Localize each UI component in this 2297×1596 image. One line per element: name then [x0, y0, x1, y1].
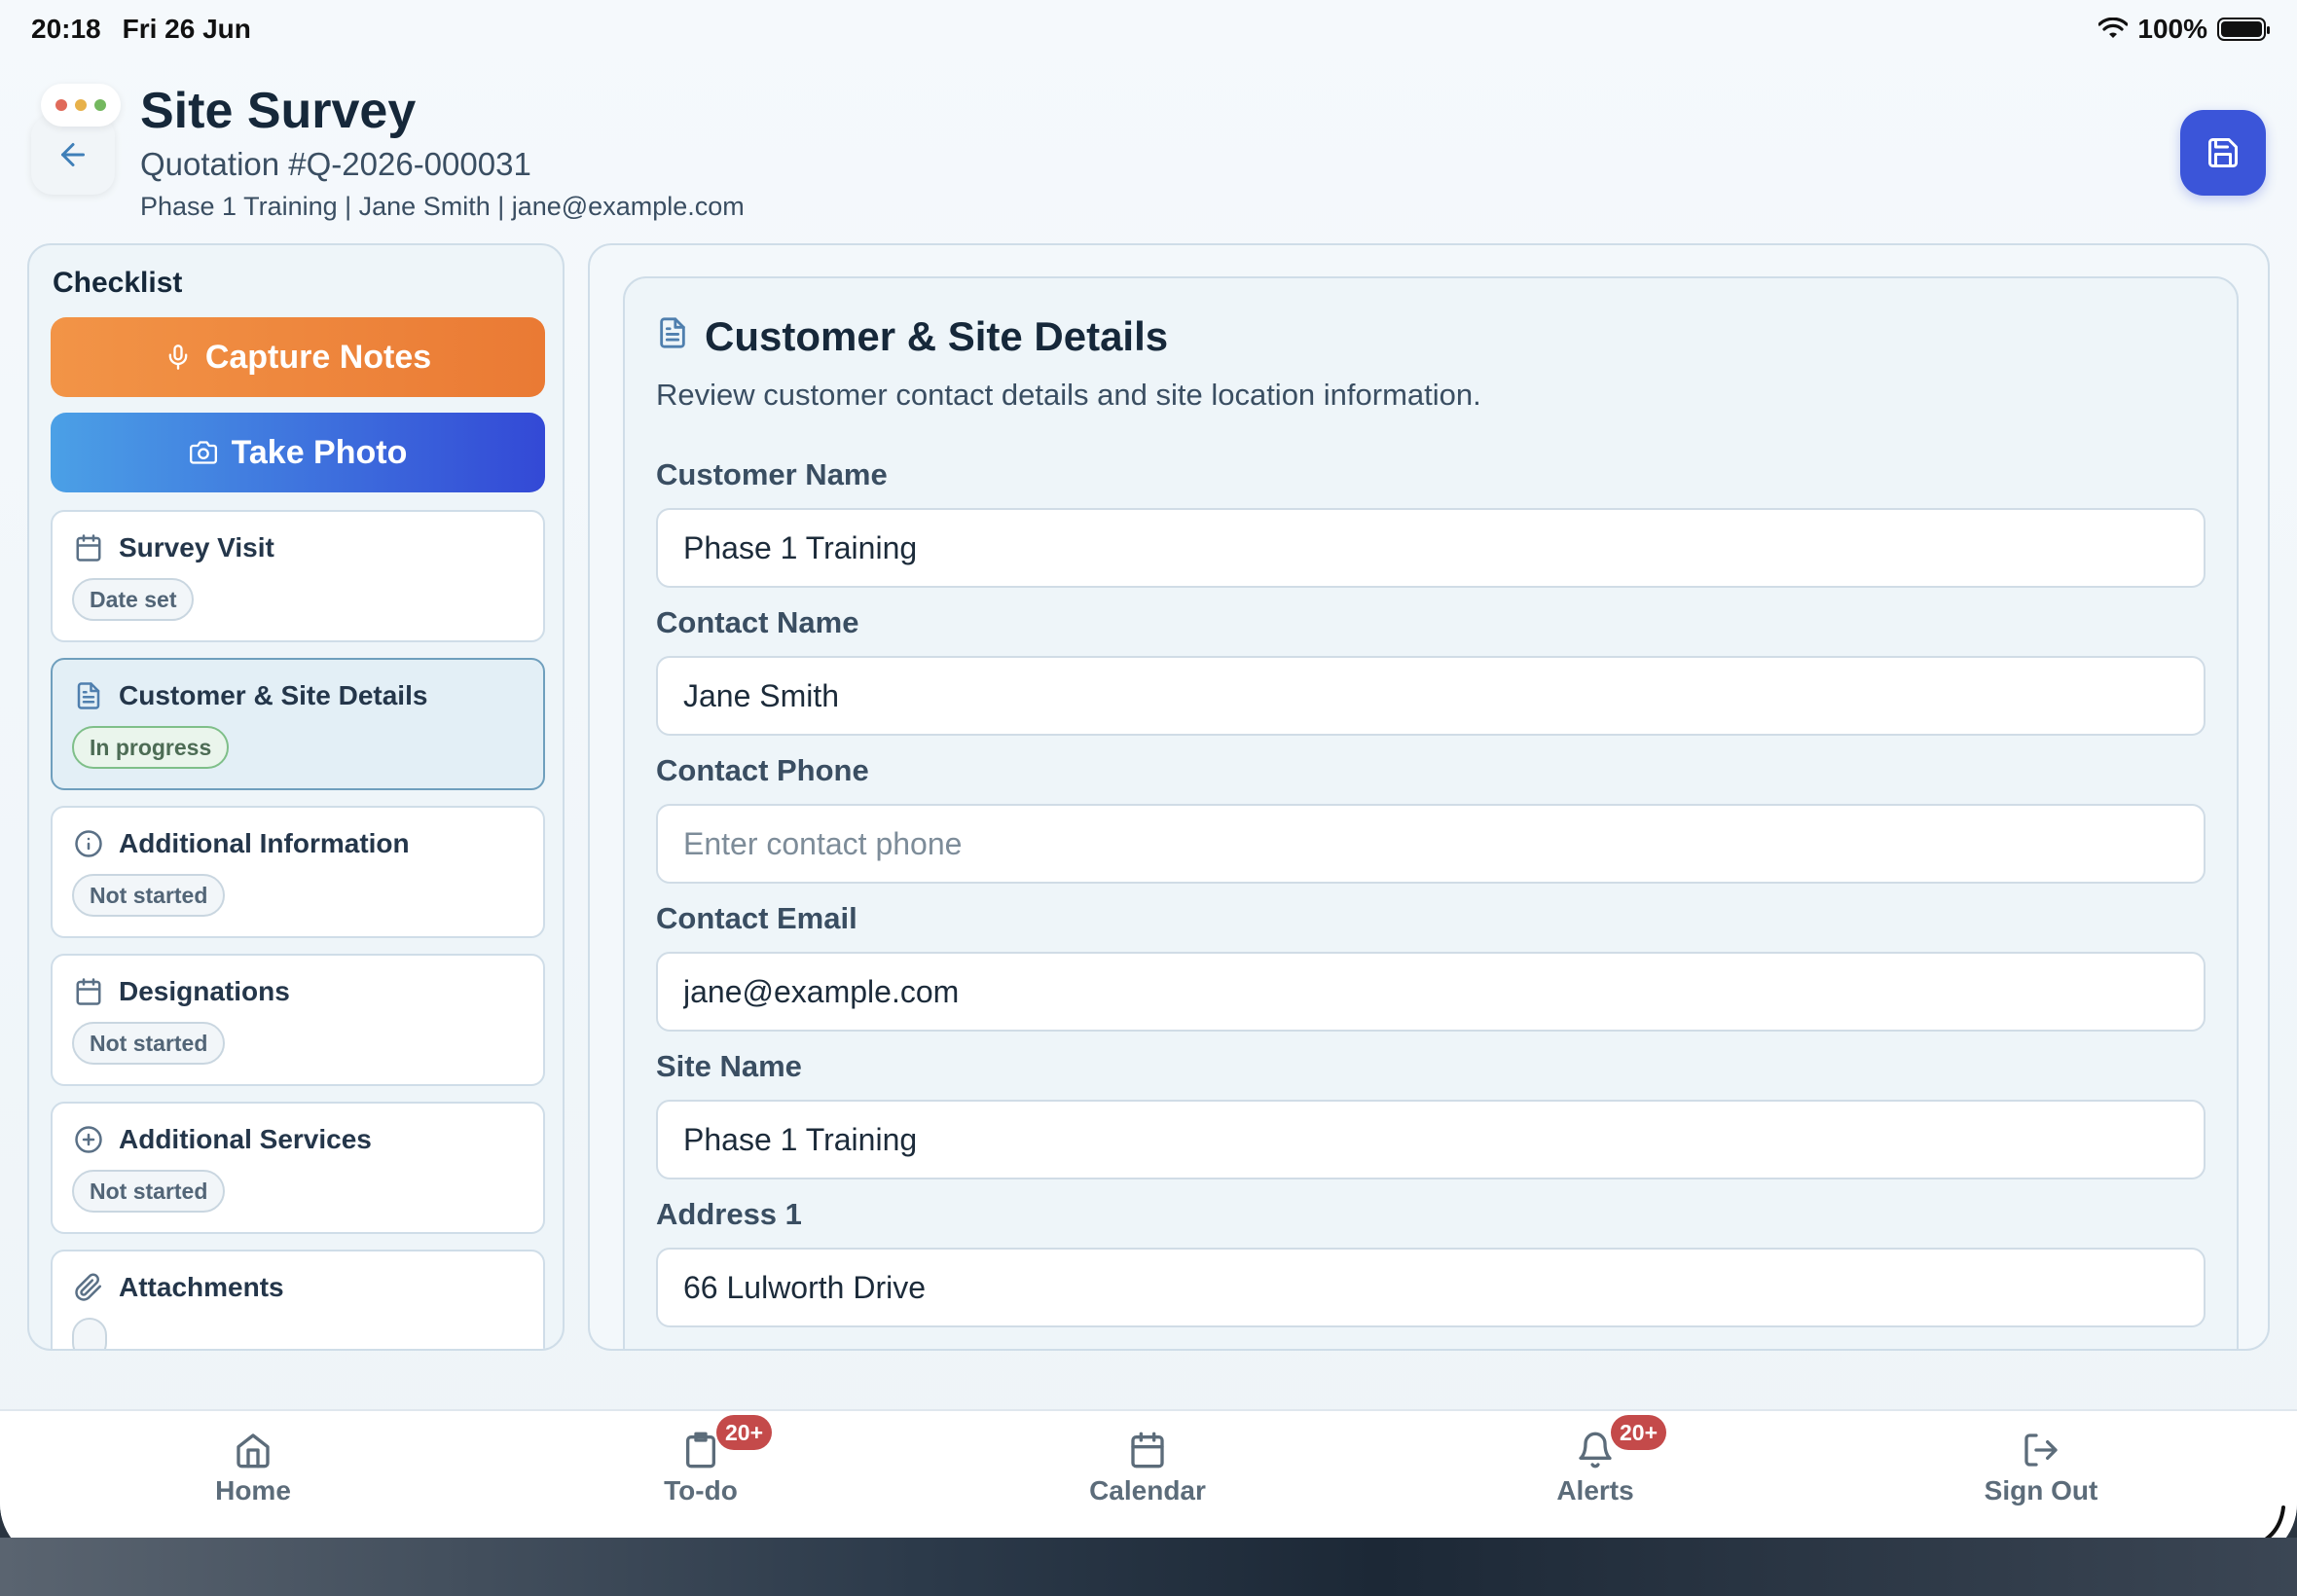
- plus-circle-icon: [75, 1126, 102, 1153]
- checklist-item-label: Survey Visit: [119, 532, 274, 562]
- wifi-icon: [2098, 18, 2129, 38]
- checklist-item-label: Additional Information: [119, 828, 410, 858]
- checklist-item-designations[interactable]: Designations Not started: [51, 954, 545, 1086]
- tab-label: To-do: [664, 1475, 738, 1505]
- quotation-number: Quotation #Q-2026-000031: [140, 146, 531, 182]
- app-screen: 20:18 Fri 26 Jun 100% Site Survey Quotat…: [0, 0, 2297, 1562]
- customer-name-label: Customer Name: [656, 457, 888, 491]
- customer-name-input[interactable]: [656, 508, 2206, 588]
- battery-percent: 100%: [2137, 14, 2207, 44]
- back-button[interactable]: [31, 115, 115, 195]
- main-panel: Customer & Site Details Review customer …: [588, 243, 2270, 1351]
- tab-calendar[interactable]: Calendar: [1040, 1429, 1255, 1506]
- capture-notes-label: Capture Notes: [204, 338, 432, 376]
- document-icon: [77, 682, 100, 709]
- checklist-title: Checklist: [53, 267, 183, 299]
- tab-label: Sign Out: [1984, 1475, 2098, 1505]
- tab-label: Home: [215, 1475, 291, 1505]
- tab-label: Alerts: [1556, 1475, 1634, 1505]
- home-icon: [237, 1433, 270, 1469]
- checklist-item-additional-services[interactable]: Additional Services Not started: [51, 1102, 545, 1234]
- checklist-item-label: Additional Services: [119, 1124, 372, 1154]
- calendar-icon: [76, 534, 101, 562]
- take-photo-button[interactable]: Take Photo: [51, 413, 545, 492]
- contact-phone-input[interactable]: [656, 804, 2206, 884]
- microphone-icon: [168, 345, 188, 370]
- tab-todo[interactable]: 20+ To-do: [594, 1415, 808, 1506]
- paperclip-icon: [75, 1273, 102, 1301]
- site-name-input[interactable]: [656, 1100, 2206, 1179]
- tab-alerts[interactable]: 20+ Alerts: [1488, 1415, 1702, 1506]
- checklist-item-label: Customer & Site Details: [119, 680, 428, 710]
- status-badge: Not started: [72, 874, 226, 917]
- save-icon: [2208, 138, 2238, 167]
- close-dot-icon: [55, 99, 67, 111]
- save-button[interactable]: [2180, 110, 2266, 196]
- capture-notes-button[interactable]: Capture Notes: [51, 317, 545, 397]
- status-date: Fri 26 Jun: [122, 14, 251, 44]
- document-icon: [660, 317, 685, 348]
- desktop-background: [0, 1538, 2297, 1596]
- customer-site-details-card: Customer & Site Details Review customer …: [623, 276, 2239, 1349]
- checklist-item-label: Attachments: [119, 1272, 284, 1302]
- status-badge: In progress: [72, 726, 230, 769]
- camera-icon: [189, 441, 217, 464]
- status-badge: Date set: [72, 578, 195, 621]
- checklist-item-additional-information[interactable]: Additional Information Not started: [51, 806, 545, 938]
- bell-icon: [1579, 1432, 1612, 1469]
- take-photo-label: Take Photo: [231, 433, 408, 471]
- address1-input[interactable]: [656, 1248, 2206, 1327]
- tab-label: Calendar: [1089, 1475, 1206, 1505]
- status-badge: [72, 1318, 107, 1349]
- contact-name-input[interactable]: [656, 656, 2206, 736]
- maximize-dot-icon: [94, 99, 106, 111]
- calendar-icon: [76, 978, 101, 1005]
- status-time: 20:18: [31, 14, 101, 44]
- checklist-item-survey-visit[interactable]: Survey Visit Date set: [51, 510, 545, 642]
- alerts-count-badge: 20+: [1611, 1415, 1667, 1450]
- tab-sign-out[interactable]: Sign Out: [1934, 1429, 2148, 1506]
- todo-count-badge: 20+: [716, 1415, 773, 1450]
- status-bar: 20:18 Fri 26 Jun 100%: [31, 14, 2270, 49]
- logout-icon: [2024, 1433, 2058, 1467]
- minimize-dot-icon: [75, 99, 87, 111]
- calendar-icon: [1131, 1432, 1164, 1469]
- tab-home[interactable]: Home: [146, 1429, 360, 1506]
- page-title: Site Survey: [140, 83, 417, 139]
- contact-email-input[interactable]: [656, 952, 2206, 1032]
- window-controls[interactable]: [41, 84, 121, 127]
- contact-phone-label: Contact Phone: [656, 753, 869, 787]
- checklist-item-attachments[interactable]: Attachments: [51, 1250, 545, 1349]
- site-name-label: Site Name: [656, 1049, 802, 1083]
- contact-email-label: Contact Email: [656, 901, 857, 935]
- header-meta: Phase 1 Training | Jane Smith | jane@exa…: [140, 192, 745, 221]
- info-icon: [75, 830, 102, 857]
- checklist-item-label: Designations: [119, 976, 290, 1006]
- address1-label: Address 1: [656, 1197, 802, 1231]
- arrow-left-icon: [61, 143, 85, 166]
- checklist-item-customer-site-details[interactable]: Customer & Site Details In progress: [51, 658, 545, 790]
- clipboard-icon: [686, 1432, 715, 1469]
- contact-name-label: Contact Name: [656, 605, 859, 639]
- status-badge: Not started: [72, 1170, 226, 1213]
- section-description: Review customer contact details and site…: [656, 378, 1481, 412]
- checklist-sidebar: Checklist Capture Notes Take Photo Surve…: [27, 243, 565, 1351]
- status-badge: Not started: [72, 1022, 226, 1065]
- section-title: Customer & Site Details: [705, 313, 1169, 359]
- battery-icon: [2217, 18, 2270, 41]
